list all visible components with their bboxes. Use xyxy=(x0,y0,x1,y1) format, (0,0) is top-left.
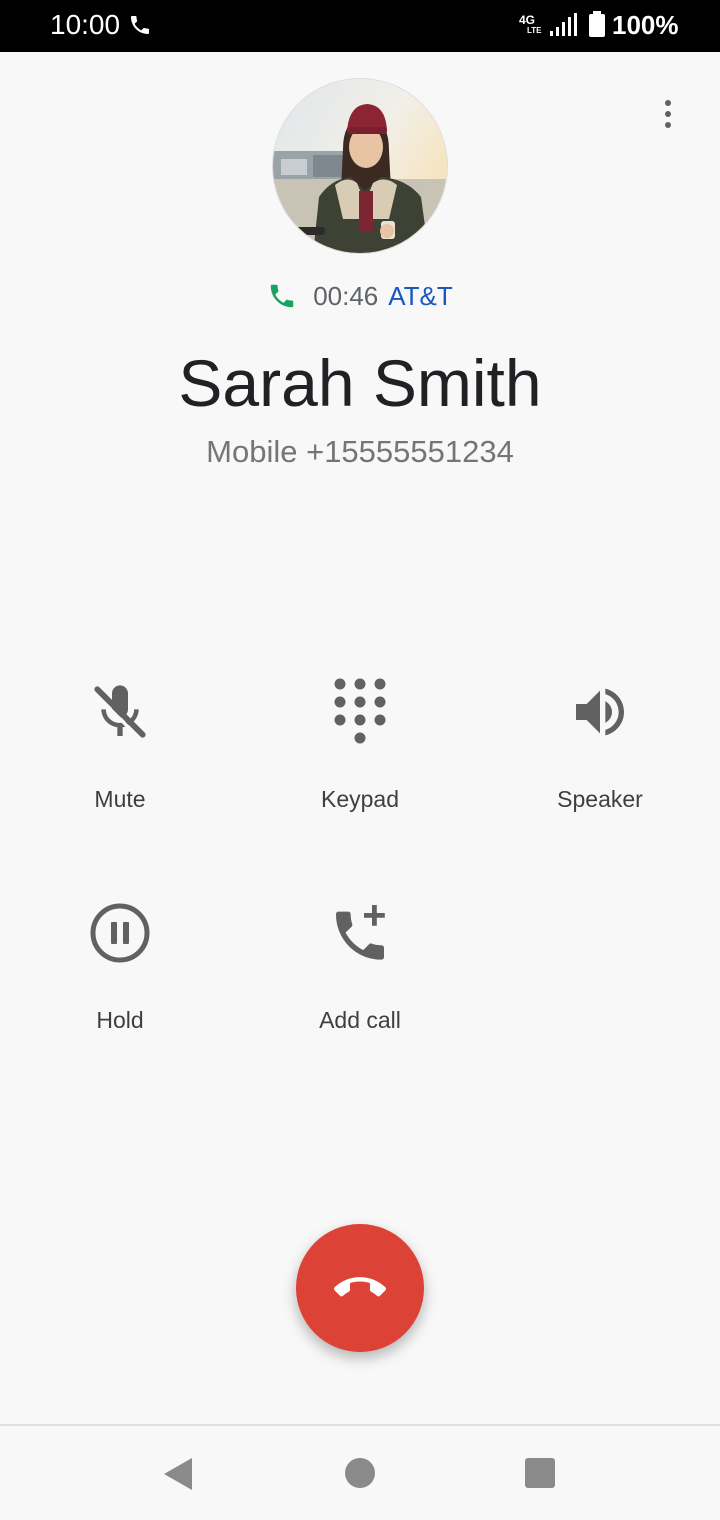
caller-name: Sarah Smith xyxy=(178,346,542,420)
recents-icon[interactable] xyxy=(525,1458,555,1488)
keypad-label: Keypad xyxy=(320,786,399,812)
keypad-button[interactable]: Keypad xyxy=(270,676,450,836)
mute-button[interactable]: Mute xyxy=(30,676,210,836)
contact-avatar xyxy=(272,78,448,254)
navigation-bar xyxy=(0,1424,720,1520)
add-call-label: Add call xyxy=(319,1007,401,1033)
pause-circle-icon xyxy=(84,897,156,969)
phone-in-talk-icon xyxy=(131,16,149,34)
hold-button[interactable]: Hold xyxy=(30,897,210,1057)
home-icon[interactable] xyxy=(345,1458,375,1488)
battery-icon xyxy=(589,11,605,37)
add-call-button[interactable]: Add call xyxy=(270,897,450,1057)
speaker-label: Speaker xyxy=(557,786,643,812)
speaker-button[interactable]: Speaker xyxy=(510,676,690,836)
caller-number: Mobile +15555551234 xyxy=(206,434,514,469)
call-timer: 00:46 xyxy=(313,280,379,311)
back-icon[interactable] xyxy=(160,1456,200,1492)
signal-strength-icon xyxy=(550,13,577,36)
call-active-icon xyxy=(270,284,294,308)
battery-percentage: 100% xyxy=(612,10,679,40)
dialpad-icon xyxy=(324,676,396,748)
status-bar: 10:00 4G LTE 100% xyxy=(0,0,720,52)
add-call-icon xyxy=(324,897,396,969)
carrier-name: AT&T xyxy=(388,280,453,311)
network-type-indicator: 4G LTE xyxy=(519,13,542,35)
call-end-icon xyxy=(334,1277,386,1297)
hold-label: Hold xyxy=(96,1007,144,1033)
mute-label: Mute xyxy=(94,786,146,812)
end-call-button[interactable] xyxy=(296,1224,424,1352)
volume-up-icon xyxy=(564,676,636,748)
call-status-row: 00:46 AT&T xyxy=(0,276,720,316)
mic-off-icon xyxy=(84,676,156,748)
status-time: 10:00 xyxy=(50,9,121,40)
more-vert-icon[interactable] xyxy=(648,94,688,134)
